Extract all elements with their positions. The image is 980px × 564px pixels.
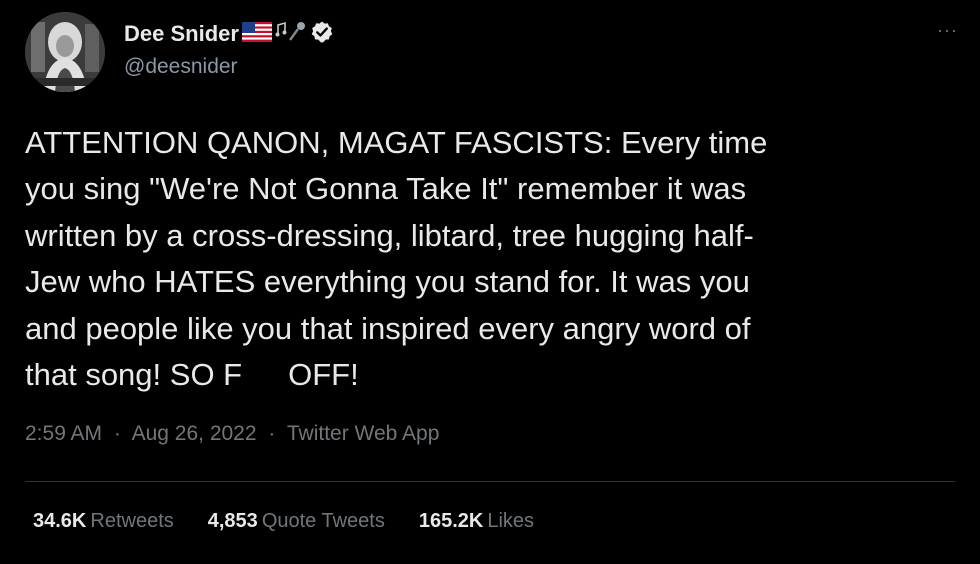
verified-badge-icon (310, 20, 334, 49)
likes-label: Likes (487, 510, 535, 532)
tweet-text-last-line: that song! SO F OFF! (25, 352, 955, 398)
likes-count: 165.2K (418, 510, 484, 532)
retweets-count: 34.6K (33, 510, 87, 532)
divider (25, 481, 955, 482)
tweet-text-line: you sing "We're Not Gonna Take It" remem… (25, 171, 747, 207)
tweet-text-line: Jew who HATES everything you stand for. … (25, 264, 750, 300)
tweet-text: ATTENTION QANON, MAGAT FASCISTS: Every t… (25, 120, 955, 398)
author-handle[interactable]: @deesnider (124, 55, 238, 79)
retweets-stat[interactable]: 34.6K Retweets (33, 510, 174, 533)
us-flag-icon (241, 21, 272, 47)
author-display-name[interactable]: Dee Snider (124, 21, 239, 47)
engagement-stats: 34.6K Retweets 4,853 Quote Tweets 165.2K Li… (33, 510, 568, 533)
meta-separator: · (268, 422, 276, 445)
quote-tweets-stat[interactable]: 4,853 Quote Tweets (208, 510, 385, 533)
music-note-microphone-icon (275, 20, 307, 49)
tweet-source[interactable]: Twitter Web App (287, 422, 440, 445)
tweet-meta: 2:59 AM · Aug 26, 2022 · Twitter Web App (25, 422, 439, 446)
censor-block (242, 359, 289, 390)
tweet-text-line: written by a cross-dressing, libtard, tr… (25, 217, 754, 253)
tweet-text-segment: that song! SO F (25, 357, 243, 393)
retweets-label: Retweets (90, 510, 174, 532)
tweet-date[interactable]: Aug 26, 2022 (132, 422, 257, 445)
tweet-text-segment: OFF! (288, 357, 359, 393)
quote-tweets-count: 4,853 (207, 510, 258, 532)
author-name-row: Dee Snider (124, 20, 334, 48)
likes-stat[interactable]: 165.2K Likes (419, 510, 534, 533)
avatar[interactable] (25, 12, 105, 92)
tweet-text-line: ATTENTION QANON, MAGAT FASCISTS: Every t… (25, 125, 768, 160)
quote-tweets-label: Quote Tweets (261, 510, 385, 532)
more-options-icon[interactable]: ··· (937, 20, 958, 41)
meta-separator: · (113, 422, 121, 445)
tweet-card: Dee Snider @deesnider ··· ATTENTION QANO… (0, 0, 980, 564)
tweet-time[interactable]: 2:59 AM (25, 422, 102, 445)
tweet-text-line: and people like you that inspired every … (25, 310, 751, 346)
